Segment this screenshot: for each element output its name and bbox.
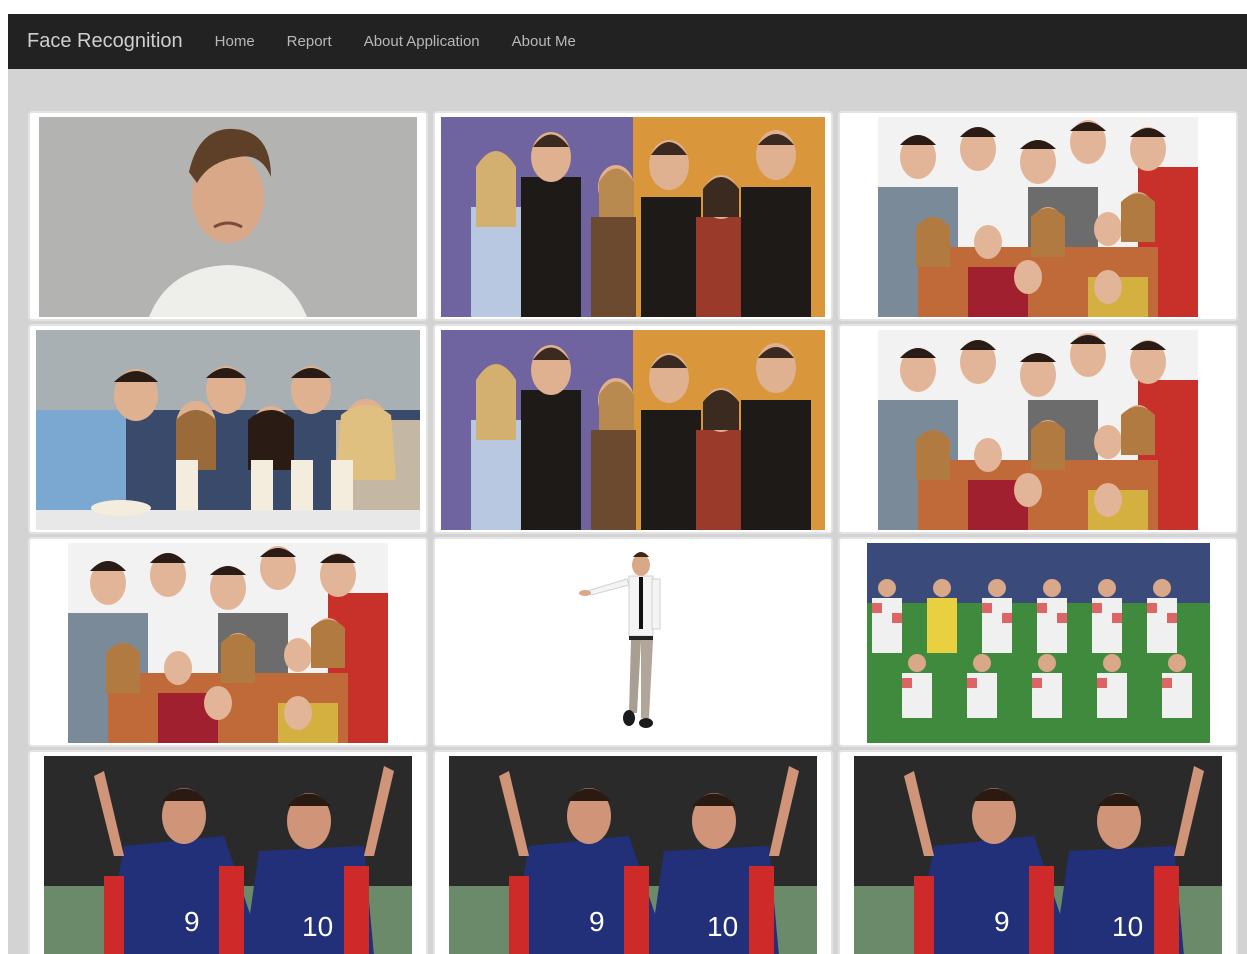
- football-celebration-photo: 9 10: [854, 756, 1222, 954]
- gallery-card[interactable]: [433, 111, 833, 321]
- friends-milkshake-photo: [36, 330, 420, 530]
- football-team-photo: [866, 543, 1210, 743]
- sad-man-photo: [39, 117, 417, 317]
- family-group-photo: [68, 543, 388, 743]
- gallery-card[interactable]: [433, 537, 833, 747]
- app-frame: Face Recognition Home Report About Appli…: [8, 14, 1247, 954]
- gallery-card[interactable]: 9 10: [28, 750, 428, 954]
- svg-text:10: 10: [302, 911, 333, 942]
- nav-home-link[interactable]: Home: [199, 33, 271, 50]
- gallery-card[interactable]: 9 10: [433, 750, 833, 954]
- brand-link[interactable]: Face Recognition: [27, 30, 183, 53]
- svg-text:10: 10: [707, 911, 738, 942]
- friends-cast-photo: [441, 330, 825, 530]
- svg-text:9: 9: [184, 906, 200, 937]
- gallery-card[interactable]: [838, 537, 1238, 747]
- image-gallery: 9 10 9 10 9 10: [28, 111, 1241, 954]
- football-celebration-photo: 9 10: [449, 756, 817, 954]
- nav-about-me-link[interactable]: About Me: [496, 33, 592, 50]
- svg-text:9: 9: [994, 906, 1010, 937]
- gallery-card[interactable]: [838, 324, 1238, 534]
- nav-report-link[interactable]: Report: [271, 33, 348, 50]
- football-celebration-photo: 9 10: [44, 756, 412, 954]
- friends-cast-photo: [441, 117, 825, 317]
- businessman-pointing-photo: [441, 543, 825, 743]
- family-group-photo: [878, 117, 1198, 317]
- gallery-card[interactable]: 9 10: [838, 750, 1238, 954]
- gallery-card[interactable]: [838, 111, 1238, 321]
- svg-text:9: 9: [589, 906, 605, 937]
- gallery-card[interactable]: [28, 111, 428, 321]
- gallery-card[interactable]: [28, 537, 428, 747]
- svg-text:10: 10: [1112, 911, 1143, 942]
- gallery-card[interactable]: [433, 324, 833, 534]
- gallery-card[interactable]: [28, 324, 428, 534]
- family-group-photo: [878, 330, 1198, 530]
- nav-about-application-link[interactable]: About Application: [348, 33, 496, 50]
- navbar: Face Recognition Home Report About Appli…: [8, 14, 1247, 69]
